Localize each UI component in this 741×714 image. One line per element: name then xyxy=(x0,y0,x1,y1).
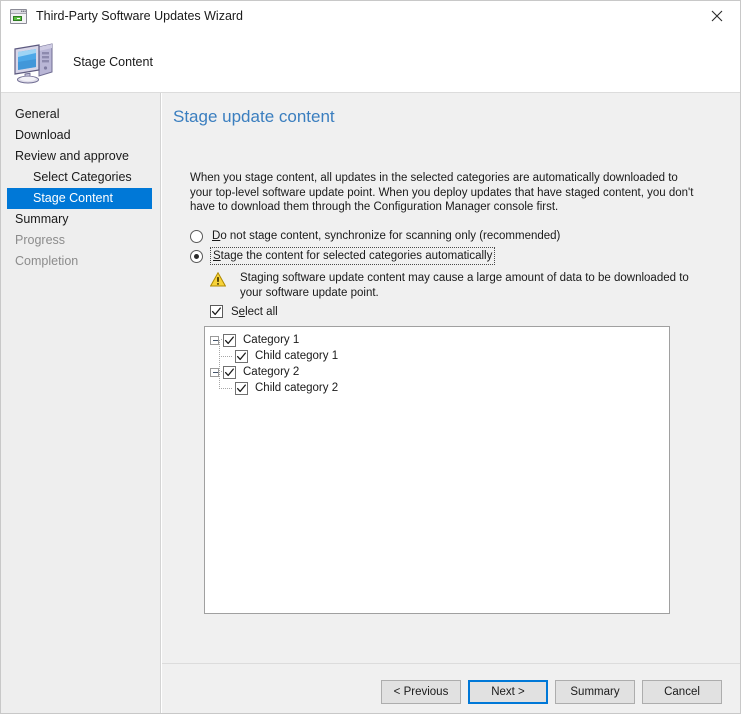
tree-label-child-category-1: Child category 1 xyxy=(255,350,339,362)
checkmark-icon xyxy=(236,383,246,392)
radio-do-not-stage-text: o not stage content, synchronize for sca… xyxy=(220,230,561,242)
wizard-window: ••• Third-Party Software Updates Wizard xyxy=(0,0,741,714)
tree-connector-elbow xyxy=(219,388,233,389)
wizard-footer: < Previous Next > Summary Cancel xyxy=(162,664,740,713)
warning-message: Staging software update content may caus… xyxy=(209,271,710,300)
checkmark-icon xyxy=(224,335,234,344)
tree-label-category-1: Category 1 xyxy=(243,334,300,346)
sidebar-item-completion: Completion xyxy=(15,254,79,268)
tree-connector-line xyxy=(219,372,220,388)
close-icon xyxy=(711,10,723,21)
sidebar-item-progress: Progress xyxy=(15,233,66,247)
tree-checkbox-child-category-1[interactable] xyxy=(235,349,248,363)
previous-button-label: < Previous xyxy=(393,686,449,698)
accel-char: S xyxy=(213,250,221,262)
tree-row-category-2[interactable]: Category 2 xyxy=(210,356,669,380)
radio-do-not-stage-icon[interactable] xyxy=(190,230,203,243)
select-all-label-prefix: S xyxy=(231,305,239,318)
radio-option-stage-automatically[interactable]: Stage the content for selected categorie… xyxy=(190,247,496,265)
page-title: Stage update content xyxy=(173,107,335,126)
checkmark-icon xyxy=(224,367,234,376)
computer-icon xyxy=(11,40,57,84)
collapse-toggle-icon[interactable] xyxy=(210,335,219,345)
tree-label-child-category-2: Child category 2 xyxy=(255,382,339,394)
tree-row-child-category-1[interactable]: Child category 1 xyxy=(210,340,669,364)
radio-stage-automatically-label: Stage the content for selected categorie… xyxy=(209,247,496,265)
tree-root: Category 1 Child category 1 Category 2 C… xyxy=(205,327,669,396)
title-bar: ••• Third-Party Software Updates Wizard xyxy=(1,1,740,31)
radio-do-not-stage-label: Do not stage content, synchronize for sc… xyxy=(212,229,560,243)
sidebar-item-summary[interactable]: Summary xyxy=(1,209,160,230)
wizard-step-sidebar: General Download Review and approve Sele… xyxy=(1,93,161,713)
select-all-row[interactable]: Select all xyxy=(210,305,278,318)
select-all-label-rest: lect all xyxy=(245,305,278,318)
sidebar-item-download[interactable]: Download xyxy=(1,125,160,146)
wizard-content-panel: Stage update content When you stage cont… xyxy=(162,93,740,663)
cancel-button-label: Cancel xyxy=(664,686,700,698)
checkmark-icon xyxy=(236,351,246,360)
sidebar-item-select-categories[interactable]: Select Categories xyxy=(1,167,160,188)
tree-checkbox-category-2[interactable] xyxy=(223,365,236,379)
step-list: General Download Review and approve Sele… xyxy=(1,93,160,272)
close-button[interactable] xyxy=(694,1,740,30)
summary-button-label: Summary xyxy=(570,686,620,698)
summary-button[interactable]: Summary xyxy=(555,680,635,704)
radio-option-do-not-stage[interactable]: Do not stage content, synchronize for sc… xyxy=(190,229,560,243)
tree-label-category-2: Category 2 xyxy=(243,366,300,378)
sidebar-item-review-and-approve[interactable]: Review and approve xyxy=(1,146,160,167)
sidebar-item-stage-content[interactable]: Stage Content xyxy=(7,188,152,209)
header-title: Stage Content xyxy=(73,54,153,69)
next-button[interactable]: Next > xyxy=(468,680,548,704)
warning-triangle-icon xyxy=(209,271,227,287)
radio-stage-automatically-icon[interactable] xyxy=(190,250,203,263)
wizard-window-icon: ••• xyxy=(10,8,27,24)
tree-row-category-1[interactable]: Category 1 xyxy=(210,332,669,348)
cancel-button[interactable]: Cancel xyxy=(642,680,722,704)
wizard-header: Stage Content xyxy=(1,31,740,92)
collapse-toggle-icon[interactable] xyxy=(210,367,219,377)
warning-text: Staging software update content may caus… xyxy=(240,272,689,299)
tree-checkbox-category-1[interactable] xyxy=(223,333,236,347)
tree-connector-line xyxy=(219,356,220,372)
window-title: Third-Party Software Updates Wizard xyxy=(36,9,244,23)
tree-connector-elbow xyxy=(219,356,233,357)
tree-connector-line xyxy=(219,340,220,356)
categories-tree[interactable]: Category 1 Child category 1 Category 2 C… xyxy=(204,326,670,614)
select-all-checkbox[interactable] xyxy=(210,305,223,318)
select-all-label: Select all xyxy=(231,306,278,318)
tree-row-child-category-2[interactable]: Child category 2 xyxy=(210,372,669,396)
intro-paragraph: When you stage content, all updates in t… xyxy=(190,172,694,213)
next-button-label: Next > xyxy=(491,686,525,698)
previous-button[interactable]: < Previous xyxy=(381,680,461,704)
sidebar-item-general[interactable]: General xyxy=(1,104,160,125)
tree-checkbox-child-category-2[interactable] xyxy=(235,381,248,395)
radio-stage-automatically-text: tage the content for selected categories… xyxy=(220,250,493,262)
checkmark-icon xyxy=(211,307,221,316)
